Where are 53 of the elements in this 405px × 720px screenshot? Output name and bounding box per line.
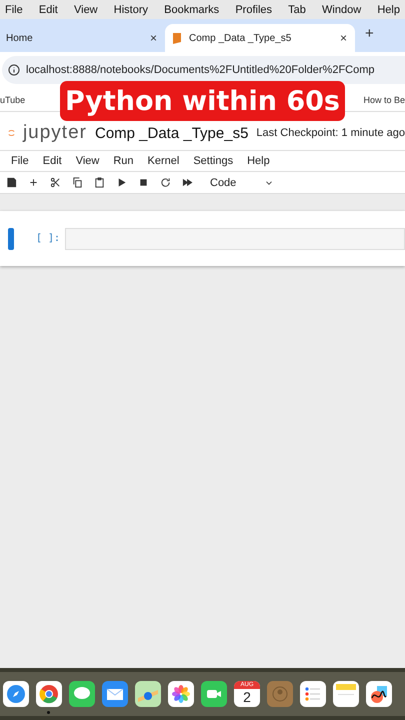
menu-item[interactable]: Edit — [42, 155, 62, 167]
url-text: localhost:8888/notebooks/Documents%2FUntitled%20Folder%2FComp — [26, 64, 375, 76]
scribble-icon[interactable] — [366, 681, 392, 707]
calendar-day: 2 — [243, 689, 251, 706]
overlay-title: Python within 60s — [60, 81, 345, 121]
new-tab-button[interactable]: + — [355, 24, 384, 46]
scissors-icon[interactable] — [50, 177, 61, 188]
cell-prompt: [ ]: — [36, 233, 60, 244]
logo-text: jupyter — [22, 122, 87, 144]
envelope-icon[interactable] — [102, 681, 128, 707]
info-icon — [8, 64, 20, 76]
menu-item[interactable]: Help — [247, 155, 270, 167]
clipboard-icon[interactable] — [94, 177, 105, 188]
menu-item[interactable]: Edit — [38, 4, 58, 16]
copy-icon[interactable] — [72, 177, 83, 188]
menu-item[interactable]: Bookmarks — [164, 4, 220, 16]
menu-item[interactable]: Tab — [288, 4, 306, 16]
menu-item[interactable]: File — [11, 155, 29, 167]
menu-item[interactable]: Help — [377, 4, 400, 16]
compass-icon[interactable] — [3, 681, 29, 707]
save-icon[interactable] — [6, 177, 17, 188]
address-field[interactable]: localhost:8888/notebooks/Documents%2FUntitled%20Folder%2FComp — [2, 56, 405, 84]
plus-icon[interactable] — [28, 177, 39, 188]
menu-item[interactable]: Profiles — [235, 4, 272, 16]
notebook-icon — [171, 32, 181, 44]
menu-item[interactable]: History — [114, 4, 148, 16]
notebook-title[interactable]: Comp _Data _Type_s5 — [94, 124, 248, 142]
notepad-icon[interactable] — [333, 681, 359, 707]
close-icon[interactable]: × — [150, 31, 157, 45]
browser-tab[interactable]: Comp _Data _Type_s5 × — [165, 24, 355, 52]
bookmark[interactable]: How to Be — [363, 94, 405, 104]
bookmark[interactable]: uTube — [0, 94, 26, 104]
close-icon[interactable]: × — [340, 31, 347, 45]
menu-item[interactable]: Kernel — [148, 155, 180, 167]
fast-forward-icon[interactable] — [182, 177, 193, 188]
restart-icon[interactable] — [160, 177, 171, 188]
chat-bubble-icon[interactable] — [69, 681, 95, 707]
stop-icon[interactable] — [138, 177, 149, 188]
flower-icon[interactable] — [168, 681, 194, 707]
menu-item[interactable]: File — [5, 4, 23, 16]
menu-item[interactable]: View — [74, 4, 98, 16]
cell-type-dropdown[interactable]: Code — [210, 176, 274, 188]
menu-item[interactable]: Window — [322, 4, 362, 16]
video-camera-icon[interactable] — [201, 681, 227, 707]
checkpoint-text: Last Checkpoint: 1 minute ago — [256, 127, 405, 139]
code-cell-input[interactable] — [65, 228, 405, 250]
play-icon[interactable] — [116, 177, 127, 188]
map-icon[interactable] — [135, 681, 161, 707]
checklist-icon[interactable] — [300, 681, 326, 707]
menu-item[interactable]: Run — [113, 155, 134, 167]
browser-tab[interactable]: Home × — [0, 24, 165, 52]
menu-item[interactable]: View — [76, 155, 100, 167]
menu-item[interactable]: Settings — [193, 155, 234, 167]
